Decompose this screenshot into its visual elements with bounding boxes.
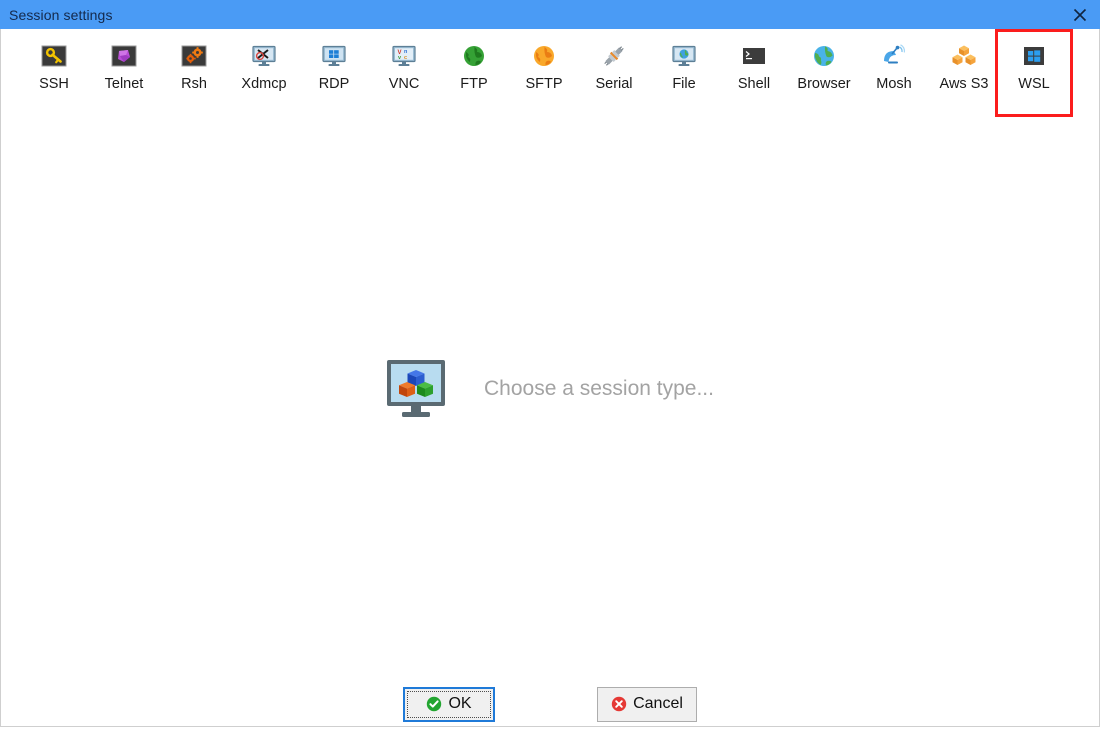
session-type-label: Shell — [737, 76, 771, 92]
window-title: Session settings — [9, 6, 113, 23]
session-type-rdp[interactable]: RDP — [299, 43, 369, 92]
session-type-label: Aws S3 — [939, 76, 989, 92]
session-type-vnc[interactable]: V n v c VNC — [369, 43, 439, 92]
titlebar: Session settings — [0, 0, 1100, 29]
session-type-mosh[interactable]: Mosh — [859, 43, 929, 92]
check-circle-icon — [426, 696, 442, 712]
xdmcp-monitor-icon — [251, 43, 277, 69]
serial-plug-icon — [601, 43, 627, 69]
session-type-label: Serial — [595, 76, 633, 92]
session-type-telnet[interactable]: Telnet — [89, 43, 159, 92]
session-type-toolbar: SSH Telnet Rsh Xdmcp RDP V n v c VNC FTP… — [1, 29, 1099, 134]
session-type-serial[interactable]: Serial — [579, 43, 649, 92]
error-circle-icon — [611, 696, 627, 712]
telnet-icon — [111, 43, 137, 69]
ftp-green-globe-icon — [461, 43, 487, 69]
session-type-browser[interactable]: Browser — [789, 43, 859, 92]
session-type-shell[interactable]: Shell — [719, 43, 789, 92]
placeholder-text: Choose a session type... — [484, 377, 714, 400]
shell-terminal-icon — [741, 43, 767, 69]
session-placeholder: Choose a session type... — [1, 359, 1099, 419]
session-type-aws-s3[interactable]: Aws S3 — [929, 43, 999, 92]
cancel-button[interactable]: Cancel — [597, 686, 697, 722]
rdp-monitor-icon — [321, 43, 347, 69]
rsh-gears-icon — [181, 43, 207, 69]
session-type-label: Telnet — [104, 76, 144, 92]
session-type-xdmcp[interactable]: Xdmcp — [229, 43, 299, 92]
session-type-label: FTP — [460, 76, 488, 92]
file-monitor-globe-icon — [671, 43, 697, 69]
browser-globe-icon — [814, 46, 834, 66]
mosh-satellite-icon — [881, 43, 907, 69]
session-type-label: Mosh — [876, 76, 912, 92]
sftp-orange-globe-icon — [531, 43, 557, 69]
ok-button[interactable]: OK — [403, 686, 495, 722]
session-type-label: WSL — [1018, 76, 1050, 92]
session-type-ftp[interactable]: FTP — [439, 43, 509, 92]
session-type-label: SSH — [39, 76, 69, 92]
dialog-body: SSH Telnet Rsh Xdmcp RDP V n v c VNC FTP… — [0, 29, 1100, 727]
session-type-file[interactable]: File — [649, 43, 719, 92]
session-type-label: Browser — [797, 76, 851, 92]
wsl-windows-icon — [1021, 43, 1047, 69]
ok-button-label: OK — [448, 695, 472, 712]
session-settings-dialog: Session settings SSH Telnet Rsh Xdmcp RD… — [0, 0, 1100, 727]
session-type-label: Xdmcp — [241, 76, 287, 92]
monitor-cubes-icon — [386, 359, 452, 419]
svg-text:c: c — [404, 55, 407, 61]
ssh-key-icon — [41, 43, 67, 69]
cancel-button-label: Cancel — [633, 695, 683, 712]
close-icon[interactable] — [1060, 0, 1100, 29]
session-type-label: Rsh — [181, 76, 207, 92]
session-type-label: RDP — [318, 76, 350, 92]
session-type-ssh[interactable]: SSH — [19, 43, 89, 92]
dialog-button-row: OK Cancel — [1, 674, 1099, 734]
session-type-label: SFTP — [525, 76, 563, 92]
session-type-label: VNC — [388, 76, 420, 92]
aws-s3-cubes-icon — [951, 43, 977, 69]
session-type-label: File — [672, 76, 696, 92]
session-type-sftp[interactable]: SFTP — [509, 43, 579, 92]
session-type-wsl[interactable]: WSL — [999, 43, 1069, 92]
session-type-rsh[interactable]: Rsh — [159, 43, 229, 92]
vnc-monitor-icon: V n v c — [391, 43, 417, 69]
